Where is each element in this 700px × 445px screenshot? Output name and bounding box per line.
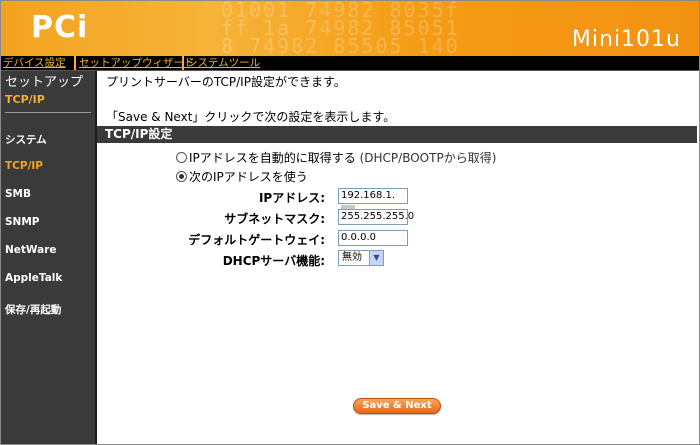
- model-name: Mini101u: [571, 27, 681, 52]
- radio-manual-ip[interactable]: 次のIPアドレスを使う: [176, 168, 308, 185]
- section-header: TCP/IP設定: [97, 126, 697, 143]
- logo: PCi: [31, 13, 88, 43]
- logo-text: PCi: [31, 10, 89, 45]
- sidebar-item-tcpip[interactable]: TCP/IP: [5, 160, 43, 172]
- sidebar-title: セットアップ: [5, 75, 84, 90]
- menu-system-tools[interactable]: システムツール: [187, 56, 260, 70]
- menu-separator: [74, 56, 76, 70]
- subnet-mask-field[interactable]: 255.255.255.0: [338, 209, 414, 225]
- radio-manual-ip-label: 次のIPアドレスを使う: [189, 170, 308, 184]
- gateway-field[interactable]: 0.0.0.0: [338, 230, 408, 246]
- sidebar-item-netware[interactable]: NetWare: [5, 244, 57, 256]
- sidebar-item-smb[interactable]: SMB: [5, 188, 31, 200]
- dhcp-server-select[interactable]: 無効 ▼: [338, 250, 384, 266]
- sidebar-item-save-restart[interactable]: 保存/再起動: [5, 302, 61, 317]
- menu-device-settings[interactable]: デバイス設定: [3, 56, 66, 70]
- instruction-text: 「Save & Next」クリックで次の設定を表示します。: [106, 110, 396, 124]
- save-next-button[interactable]: Save & Next: [353, 398, 441, 414]
- header-pattern: 01001 74982 8035f ff 1a 74982 85051 8 74…: [221, 1, 581, 56]
- gateway-label: デフォルトゲートウェイ:: [188, 233, 325, 247]
- intro-text: プリントサーバーのTCP/IP設定ができます。: [106, 75, 346, 89]
- menu-separator: [182, 56, 184, 70]
- top-menu: デバイス設定 セットアップウィザード システムツール: [1, 56, 699, 71]
- sidebar-item-appletalk[interactable]: AppleTalk: [5, 272, 62, 284]
- header-banner: 01001 74982 8035f ff 1a 74982 85051 8 74…: [1, 1, 699, 56]
- sidebar-item-system[interactable]: システム: [5, 132, 47, 147]
- dhcp-server-label: DHCPサーバ機能:: [222, 254, 325, 268]
- sidebar-item-snmp[interactable]: SNMP: [5, 216, 40, 228]
- ip-address-label: IPアドレス:: [258, 191, 325, 205]
- radio-manual-ip-control[interactable]: [176, 171, 187, 182]
- menu-setup-wizard[interactable]: セットアップウィザード: [79, 56, 195, 70]
- sidebar-subtitle: TCP/IP: [5, 93, 45, 106]
- radio-auto-ip-control[interactable]: [176, 152, 187, 163]
- sidebar-divider: [5, 112, 91, 113]
- dhcp-server-value: 無効: [342, 252, 362, 263]
- pattern-line: 8 74982 85505 140: [221, 34, 460, 56]
- chevron-down-icon[interactable]: ▼: [369, 251, 383, 265]
- main-content: プリントサーバーのTCP/IP設定ができます。 「Save & Next」クリッ…: [97, 71, 699, 444]
- radio-auto-ip[interactable]: IPアドレスを自動的に取得する (DHCP/BOOTPから取得): [176, 149, 496, 166]
- subnet-mask-label: サブネットマスク:: [224, 212, 325, 226]
- ip-address-field[interactable]: 192.168.1.: [338, 188, 408, 214]
- sidebar: セットアップ TCP/IP システム TCP/IP SMB SNMP NetWa…: [1, 71, 97, 444]
- ip-address-value: 192.168.1.: [341, 190, 396, 201]
- radio-auto-ip-hint: (DHCP/BOOTPから取得): [359, 151, 497, 165]
- radio-auto-ip-label: IPアドレスを自動的に取得する: [189, 151, 356, 165]
